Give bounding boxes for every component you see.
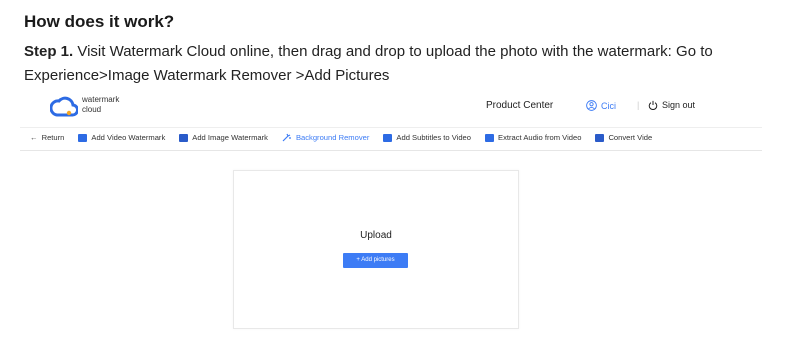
- app-screenshot: watermark cloud Product Center Cici | Si…: [20, 90, 762, 340]
- article-heading: How does it work?: [24, 12, 175, 31]
- sign-out-label: Sign out: [662, 100, 696, 110]
- return-link[interactable]: ← Return: [30, 133, 64, 142]
- image-watermark-icon: [179, 133, 189, 142]
- logo-text: watermark cloud: [82, 95, 120, 114]
- background-remover-icon: [282, 133, 291, 142]
- upload-card[interactable]: Upload + Add pictures: [233, 170, 519, 329]
- power-icon: [648, 100, 658, 110]
- nav-label: Add Image Watermark: [192, 133, 268, 142]
- app-header: watermark cloud Product Center Cici | Si…: [20, 90, 762, 126]
- nav-label: Convert Vide: [608, 133, 653, 142]
- user-icon: [586, 100, 597, 111]
- product-center-link[interactable]: Product Center: [486, 100, 553, 111]
- cloud-logo-icon: [50, 96, 78, 117]
- card-divider: [233, 328, 519, 329]
- step-1-paragraph: Step 1. Visit Watermark Cloud online, th…: [24, 40, 794, 88]
- nav-label: Add Subtitles to Video: [396, 133, 471, 142]
- return-label: Return: [41, 133, 65, 142]
- convert-icon: [595, 133, 605, 142]
- nav-add-subtitles[interactable]: Add Subtitles to Video: [383, 133, 471, 142]
- header-separator: |: [637, 100, 640, 110]
- user-menu[interactable]: Cici: [586, 100, 616, 111]
- upload-title: Upload: [360, 230, 392, 241]
- nav-label: Extract Audio from Video: [498, 133, 582, 142]
- sign-out-button[interactable]: Sign out: [648, 100, 695, 110]
- nav-background-remover[interactable]: Background Remover: [282, 133, 369, 142]
- nav-label: Add Video Watermark: [91, 133, 166, 142]
- nav-convert-video[interactable]: Convert Vide: [595, 133, 652, 142]
- nav-add-image-watermark[interactable]: Add Image Watermark: [179, 133, 268, 142]
- arrow-left-icon: ←: [30, 133, 38, 142]
- step-label: Step 1.: [24, 43, 74, 60]
- nav-add-video-watermark[interactable]: Add Video Watermark: [78, 133, 165, 142]
- nav-label: Background Remover: [295, 133, 370, 142]
- nav-extract-audio[interactable]: Extract Audio from Video: [485, 133, 581, 142]
- tool-navbar: ← Return Add Video Watermark Add Image W…: [20, 127, 762, 151]
- tool-nav-list: ← Return Add Video Watermark Add Image W…: [30, 133, 652, 142]
- add-pictures-button[interactable]: + Add pictures: [343, 253, 408, 268]
- user-name: Cici: [601, 100, 616, 111]
- video-watermark-icon: [78, 133, 88, 142]
- step-text: Visit Watermark Cloud online, then drag …: [24, 43, 713, 84]
- watermark-cloud-logo[interactable]: watermark cloud: [50, 94, 160, 122]
- subtitles-icon: [383, 133, 393, 142]
- audio-icon: [485, 133, 494, 142]
